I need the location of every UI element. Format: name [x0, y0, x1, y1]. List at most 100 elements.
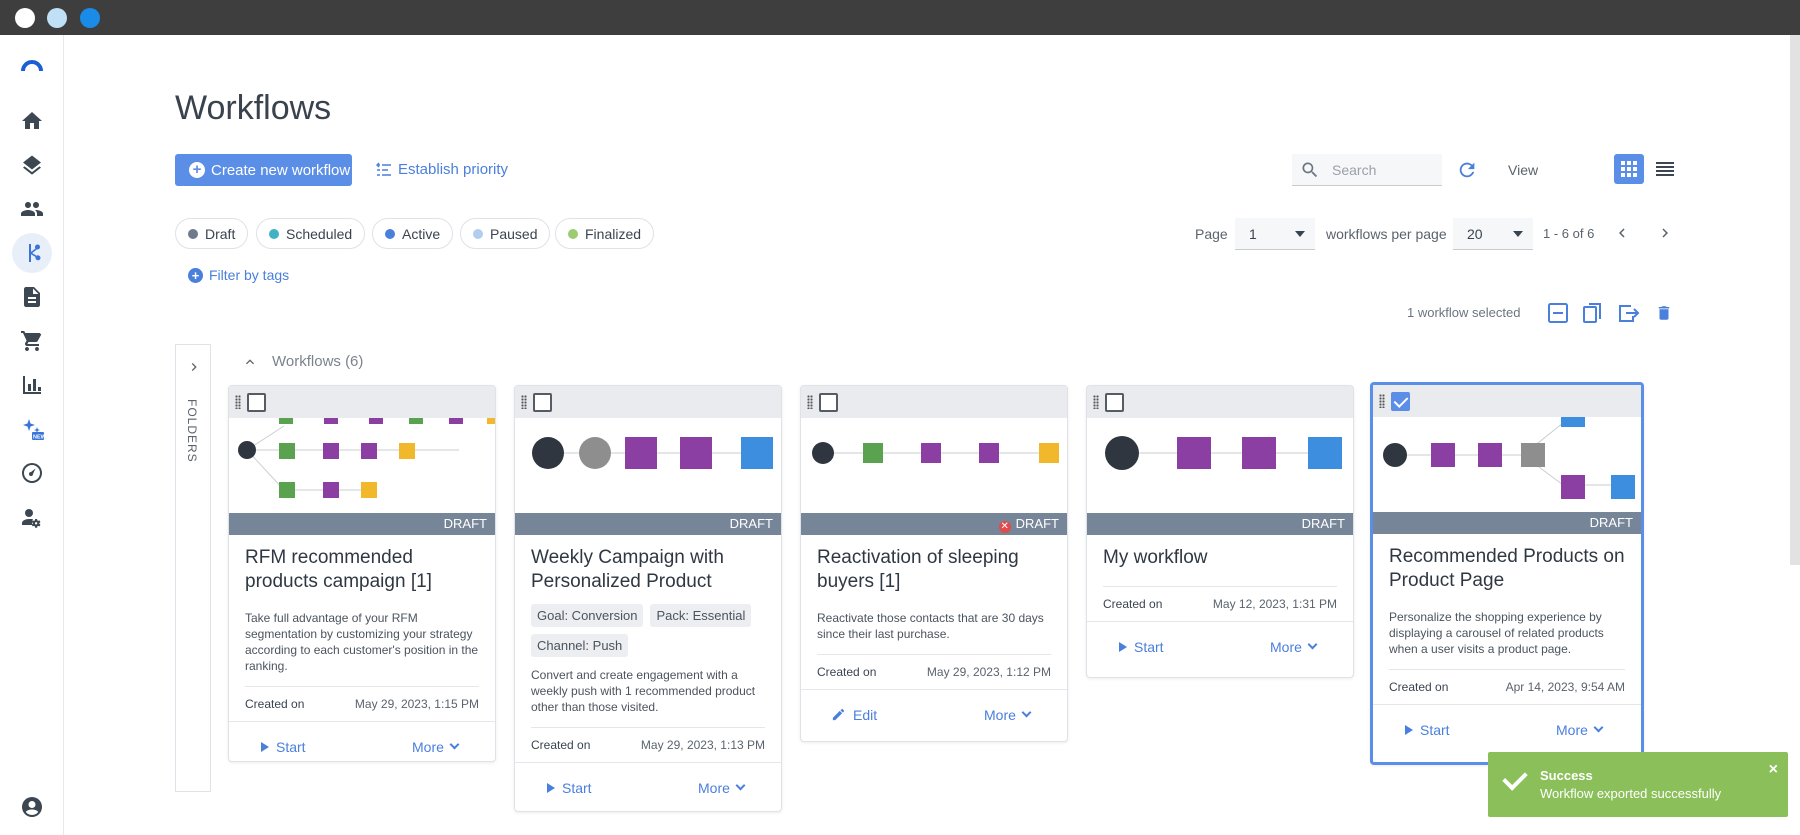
workflow-group-header[interactable]: Workflows (6) [242, 353, 363, 370]
workflow-diagram [1105, 436, 1342, 470]
workflows-icon[interactable] [12, 233, 52, 273]
window-dot-3[interactable] [80, 8, 100, 28]
cart-icon[interactable] [12, 321, 52, 361]
workflow-preview[interactable] [515, 418, 781, 513]
grid-view-button[interactable] [1614, 154, 1644, 184]
establish-priority-label: Establish priority [398, 161, 509, 178]
analytics-icon[interactable] [12, 365, 52, 405]
start-button[interactable]: Start [261, 739, 306, 755]
card-checkbox[interactable] [247, 393, 266, 412]
page-select[interactable]: 1 [1235, 218, 1315, 250]
drag-handle-icon[interactable] [1379, 394, 1385, 408]
status-text: DRAFT [1301, 516, 1345, 531]
card-title[interactable]: My workflow [1103, 546, 1337, 570]
workflow-card[interactable]: DRAFT RFM recommended products campaign … [228, 385, 496, 762]
error-icon[interactable]: ✕ [998, 521, 1011, 533]
card-actions: Start More [229, 721, 495, 761]
filter-chip-active[interactable]: Active [372, 218, 454, 249]
workflow-preview[interactable] [1373, 417, 1641, 512]
card-title[interactable]: Recommended Products on Product Page [1389, 545, 1625, 593]
drag-handle-icon[interactable] [1093, 395, 1099, 409]
next-page-button[interactable] [1653, 221, 1677, 245]
window-dot-1[interactable] [15, 8, 35, 28]
card-title[interactable]: Reactivation of sleeping buyers [1] [817, 546, 1051, 594]
tag[interactable]: Goal: Conversion [531, 604, 644, 627]
filter-chip-finalized[interactable]: Finalized [555, 218, 655, 249]
start-label: Start [276, 738, 306, 755]
created-row: Created on May 29, 2023, 1:12 PM [817, 654, 1051, 679]
layers-icon[interactable] [12, 145, 52, 185]
dashboard-gauge-icon[interactable] [12, 453, 52, 493]
duplicate-button[interactable] [1581, 301, 1605, 325]
workflow-card-selected[interactable]: DRAFT Recommended Products on Product Pa… [1370, 382, 1644, 765]
drag-handle-icon[interactable] [235, 395, 241, 409]
account-icon[interactable] [12, 787, 52, 827]
tag[interactable]: Channel: Push [531, 634, 629, 657]
workflow-card[interactable]: ✕ DRAFT Reactivation of sleeping buyers [… [800, 385, 1068, 742]
chip-label: Finalized [585, 225, 642, 242]
refresh-button[interactable] [1455, 158, 1479, 182]
start-button[interactable]: Start [1119, 639, 1164, 655]
card-checkbox[interactable] [1105, 393, 1124, 412]
status-text: DRAFT [1015, 516, 1059, 531]
user-settings-icon[interactable] [12, 497, 52, 537]
chevron-up-icon [246, 358, 254, 364]
filter-chip-scheduled[interactable]: Scheduled [256, 218, 366, 249]
window-dot-2[interactable] [47, 8, 67, 28]
card-description: Take full advantage of your RFM segmenta… [245, 611, 479, 673]
start-button[interactable]: Start [547, 780, 592, 796]
filter-chip-paused[interactable]: Paused [460, 218, 551, 249]
created-label: Created on [531, 738, 591, 752]
more-button[interactable]: More [412, 739, 460, 755]
templates-icon[interactable] [12, 277, 52, 317]
brand-logo-icon[interactable] [12, 45, 52, 85]
per-page-select[interactable]: 20 [1453, 218, 1533, 250]
workflow-preview[interactable] [229, 418, 495, 513]
scheduled-dot [269, 228, 279, 239]
contacts-icon[interactable] [12, 189, 52, 229]
prev-page-button[interactable] [1610, 221, 1634, 245]
more-button[interactable]: More [1556, 722, 1604, 738]
workflow-card[interactable]: DRAFT Weekly Campaign with Personalized … [514, 385, 782, 812]
filter-chip-draft[interactable]: Draft [175, 218, 249, 249]
folders-panel[interactable]: FOLDERS [175, 344, 211, 792]
card-checkbox-checked[interactable] [1391, 392, 1410, 411]
tag[interactable]: Pack: Essential [650, 604, 752, 627]
more-button[interactable]: More [698, 780, 746, 796]
list-view-button[interactable] [1650, 154, 1680, 184]
close-icon[interactable]: × [1769, 761, 1778, 779]
drag-handle-icon[interactable] [521, 395, 527, 409]
workflow-card[interactable]: DRAFT My workflow Created on May 12, 202… [1086, 385, 1354, 678]
refresh-icon [1459, 162, 1475, 178]
card-actions: Edit More [801, 689, 1067, 739]
scrollbar[interactable] [1790, 35, 1800, 565]
caret-down-icon [1295, 231, 1305, 237]
export-button[interactable] [1617, 301, 1641, 325]
created-row: Created on May 29, 2023, 1:13 PM [531, 727, 765, 752]
card-title[interactable]: Weekly Campaign with Personalized Produc… [531, 546, 765, 594]
workflow-preview[interactable] [1087, 418, 1353, 513]
establish-priority-button[interactable]: Establish priority [376, 161, 508, 178]
search-box[interactable] [1292, 154, 1442, 186]
delete-button[interactable] [1652, 301, 1676, 325]
card-checkbox[interactable] [533, 393, 552, 412]
search-input[interactable] [1332, 161, 1432, 178]
card-title[interactable]: RFM recommended products campaign [1] [245, 546, 479, 594]
collapse-button[interactable] [1546, 301, 1570, 325]
chip-label: Draft [205, 225, 236, 242]
create-workflow-button[interactable]: + Create new workflow [175, 154, 352, 186]
filter-by-tags-button[interactable]: + Filter by tags [188, 267, 289, 283]
play-icon [1405, 724, 1413, 735]
more-button[interactable]: More [1270, 638, 1318, 655]
chevron-down-icon [1307, 639, 1318, 650]
home-icon[interactable] [12, 101, 52, 141]
more-button[interactable]: More [984, 707, 1032, 723]
ai-new-icon[interactable]: NEW [12, 409, 52, 449]
card-checkbox[interactable] [819, 393, 838, 412]
drag-handle-icon[interactable] [807, 395, 813, 409]
workflow-preview[interactable] [801, 418, 1067, 513]
start-button[interactable]: Start [1405, 722, 1450, 738]
pencil-icon [832, 708, 845, 721]
edit-button[interactable]: Edit [831, 707, 877, 723]
more-label: More [1270, 638, 1302, 655]
